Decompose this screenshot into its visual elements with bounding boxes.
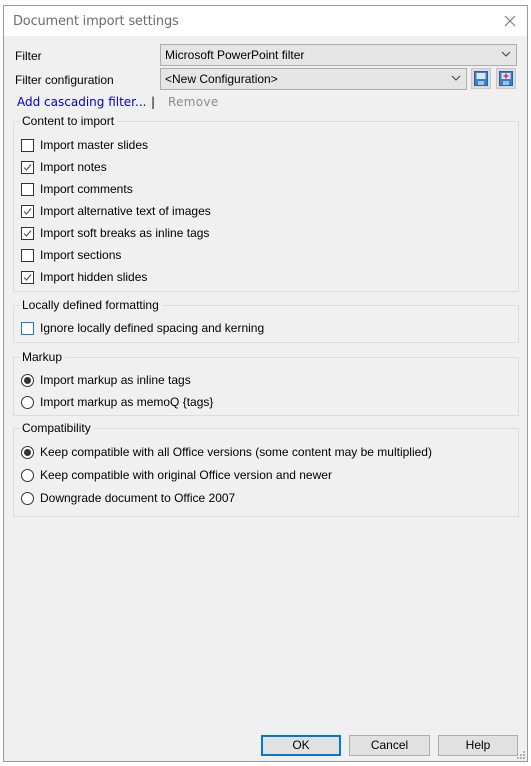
radio-unselected <box>21 491 34 505</box>
option-label: Import markup as inline tags <box>40 373 191 387</box>
option-label: Import alternative text of images <box>40 204 211 218</box>
document-import-settings-dialog: Document import settings Filter Microsof… <box>3 5 528 762</box>
markup-memoq-tags-radio[interactable]: Import markup as memoQ {tags} <box>21 394 213 410</box>
option-label: Keep compatible with original Office ver… <box>40 468 332 482</box>
chevron-down-icon <box>501 51 511 57</box>
check-icon <box>23 229 32 237</box>
import-comments-checkbox[interactable]: Import comments <box>21 181 133 197</box>
checkbox-unchecked <box>21 248 34 262</box>
group-title: Content to import <box>20 114 118 128</box>
checkbox-unchecked <box>21 138 34 152</box>
save-configuration-as-button[interactable] <box>496 68 516 89</box>
check-icon <box>23 163 32 171</box>
filter-dropdown-value: Microsoft PowerPoint filter <box>165 48 305 62</box>
import-alternative-text-checkbox[interactable]: Import alternative text of images <box>21 203 211 219</box>
checkbox-checked <box>21 270 34 284</box>
group-title: Locally defined formatting <box>20 298 162 312</box>
option-label: Import markup as memoQ {tags} <box>40 395 214 409</box>
import-soft-breaks-checkbox[interactable]: Import soft breaks as inline tags <box>21 225 209 241</box>
checkbox-checked <box>21 204 34 218</box>
ok-button[interactable]: OK <box>261 735 341 756</box>
compat-original-office-radio[interactable]: Keep compatible with original Office ver… <box>21 467 332 483</box>
radio-unselected <box>21 395 34 409</box>
save-as-icon <box>499 71 513 86</box>
option-label: Import sections <box>40 248 122 262</box>
remove-cascading-filter-link[interactable]: Remove <box>168 95 219 109</box>
help-button[interactable]: Help <box>438 735 518 756</box>
close-icon <box>504 15 516 27</box>
filter-configuration-label: Filter configuration <box>15 73 114 87</box>
option-label: Ignore locally defined spacing and kerni… <box>40 321 265 335</box>
dialog-title: Document import settings <box>13 14 179 29</box>
option-label: Import hidden slides <box>40 270 148 284</box>
import-master-slides-checkbox[interactable]: Import master slides <box>21 137 148 153</box>
save-icon <box>474 71 488 86</box>
check-icon <box>23 207 32 215</box>
compat-downgrade-2007-radio[interactable]: Downgrade document to Office 2007 <box>21 490 235 506</box>
add-cascading-filter-link[interactable]: Add cascading filter... <box>17 95 146 109</box>
title-bar: Document import settings <box>4 6 527 36</box>
compat-all-office-radio[interactable]: Keep compatible with all Office versions… <box>21 444 432 460</box>
filter-configuration-value: <New Configuration> <box>165 72 278 86</box>
checkbox-checked <box>21 160 34 174</box>
radio-selected <box>21 373 34 387</box>
ignore-spacing-kerning-checkbox[interactable]: Ignore locally defined spacing and kerni… <box>21 320 264 336</box>
checkbox-unchecked <box>21 182 34 196</box>
check-icon <box>23 273 32 281</box>
option-label: Downgrade document to Office 2007 <box>40 491 236 505</box>
group-title: Markup <box>20 350 66 364</box>
markup-group: Markup Import markup as inline tags Impo… <box>13 350 519 416</box>
compatibility-group: Compatibility Keep compatible with all O… <box>13 421 519 517</box>
content-to-import-group: Content to import Import master slides I… <box>13 114 519 292</box>
link-separator: | <box>151 95 156 109</box>
cancel-button[interactable]: Cancel <box>349 735 430 756</box>
group-title: Compatibility <box>20 421 94 435</box>
locally-defined-formatting-group: Locally defined formatting Ignore locall… <box>13 298 519 343</box>
radio-unselected <box>21 468 34 482</box>
checkbox-checked <box>21 226 34 240</box>
checkbox-unchecked <box>21 321 34 335</box>
option-label: Import comments <box>40 182 133 196</box>
resize-grip-icon[interactable] <box>516 750 526 760</box>
filter-label: Filter <box>15 49 42 63</box>
option-label: Import notes <box>40 160 107 174</box>
markup-inline-tags-radio[interactable]: Import markup as inline tags <box>21 372 191 388</box>
option-label: Import master slides <box>40 138 149 152</box>
radio-selected <box>21 445 34 459</box>
chevron-down-icon <box>451 75 461 81</box>
option-label: Import soft breaks as inline tags <box>40 226 210 240</box>
import-notes-checkbox[interactable]: Import notes <box>21 159 107 175</box>
filter-configuration-dropdown[interactable]: <New Configuration> <box>160 68 467 90</box>
filter-dropdown[interactable]: Microsoft PowerPoint filter <box>160 44 517 66</box>
close-button[interactable] <box>501 12 519 30</box>
save-configuration-button[interactable] <box>471 68 491 89</box>
import-hidden-slides-checkbox[interactable]: Import hidden slides <box>21 269 147 285</box>
import-sections-checkbox[interactable]: Import sections <box>21 247 121 263</box>
option-label: Keep compatible with all Office versions… <box>40 445 432 459</box>
